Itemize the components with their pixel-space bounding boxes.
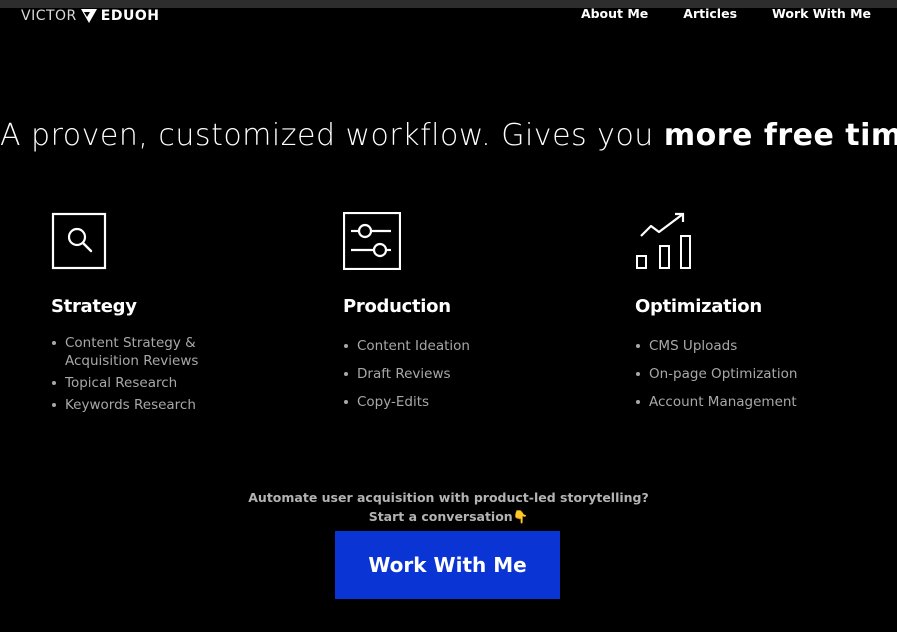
service-optimization: Optimization CMS Uploads On-page Optimiz… [635,212,797,421]
headline-regular: A proven, customized workflow. Gives you [0,118,664,153]
cta-line-1: Automate user acquisition with product-l… [248,490,649,505]
service-title: Optimization [635,296,762,317]
main-nav: About Me Articles Work With Me [581,6,871,21]
list-item: Keywords Research [51,396,198,414]
list-item-continuation: Acquisition Reviews [65,353,199,369]
list-item: CMS Uploads [635,337,797,355]
search-icon [51,212,107,270]
list-item: Account Management [635,393,797,411]
nav-articles[interactable]: Articles [683,6,737,21]
service-list: Content Ideation Draft Reviews Copy-Edit… [343,337,470,411]
sliders-icon [343,212,401,270]
logo-last-name: EDUOH [100,8,160,24]
cta-text: Automate user acquisition with product-l… [0,488,897,526]
nav-about-me[interactable]: About Me [581,6,648,21]
logo[interactable]: VICTOR EDUOH [21,8,159,24]
headline-bold: more free time [663,118,897,153]
page: VICTOR EDUOH About Me Articles Work With… [0,0,897,632]
service-list: Content Strategy & Acquisition Reviews T… [51,334,198,414]
nav-work-with-me[interactable]: Work With Me [772,6,871,21]
list-item: On-page Optimization [635,365,797,383]
service-strategy: Strategy Content Strategy & Acquisition … [51,212,198,418]
logo-first-name: VICTOR [21,8,77,24]
service-production: Production Content Ideation Draft Review… [343,212,470,421]
work-with-me-button[interactable]: Work With Me [335,531,560,599]
service-title: Production [343,296,451,317]
service-title: Strategy [51,296,137,317]
cta-line-2: Start a conversation👇 [368,509,529,524]
hero-headline: A proven, customized workflow. Gives you… [0,118,897,153]
growth-chart-icon [636,212,691,269]
service-list: CMS Uploads On-page Optimization Account… [635,337,797,411]
list-item: Topical Research [51,374,198,392]
list-item: Copy-Edits [343,393,470,411]
list-item: Content Ideation [343,337,470,355]
list-item: Draft Reviews [343,365,470,383]
logo-mark-icon [80,9,97,23]
list-item: Content Strategy & [51,334,198,352]
